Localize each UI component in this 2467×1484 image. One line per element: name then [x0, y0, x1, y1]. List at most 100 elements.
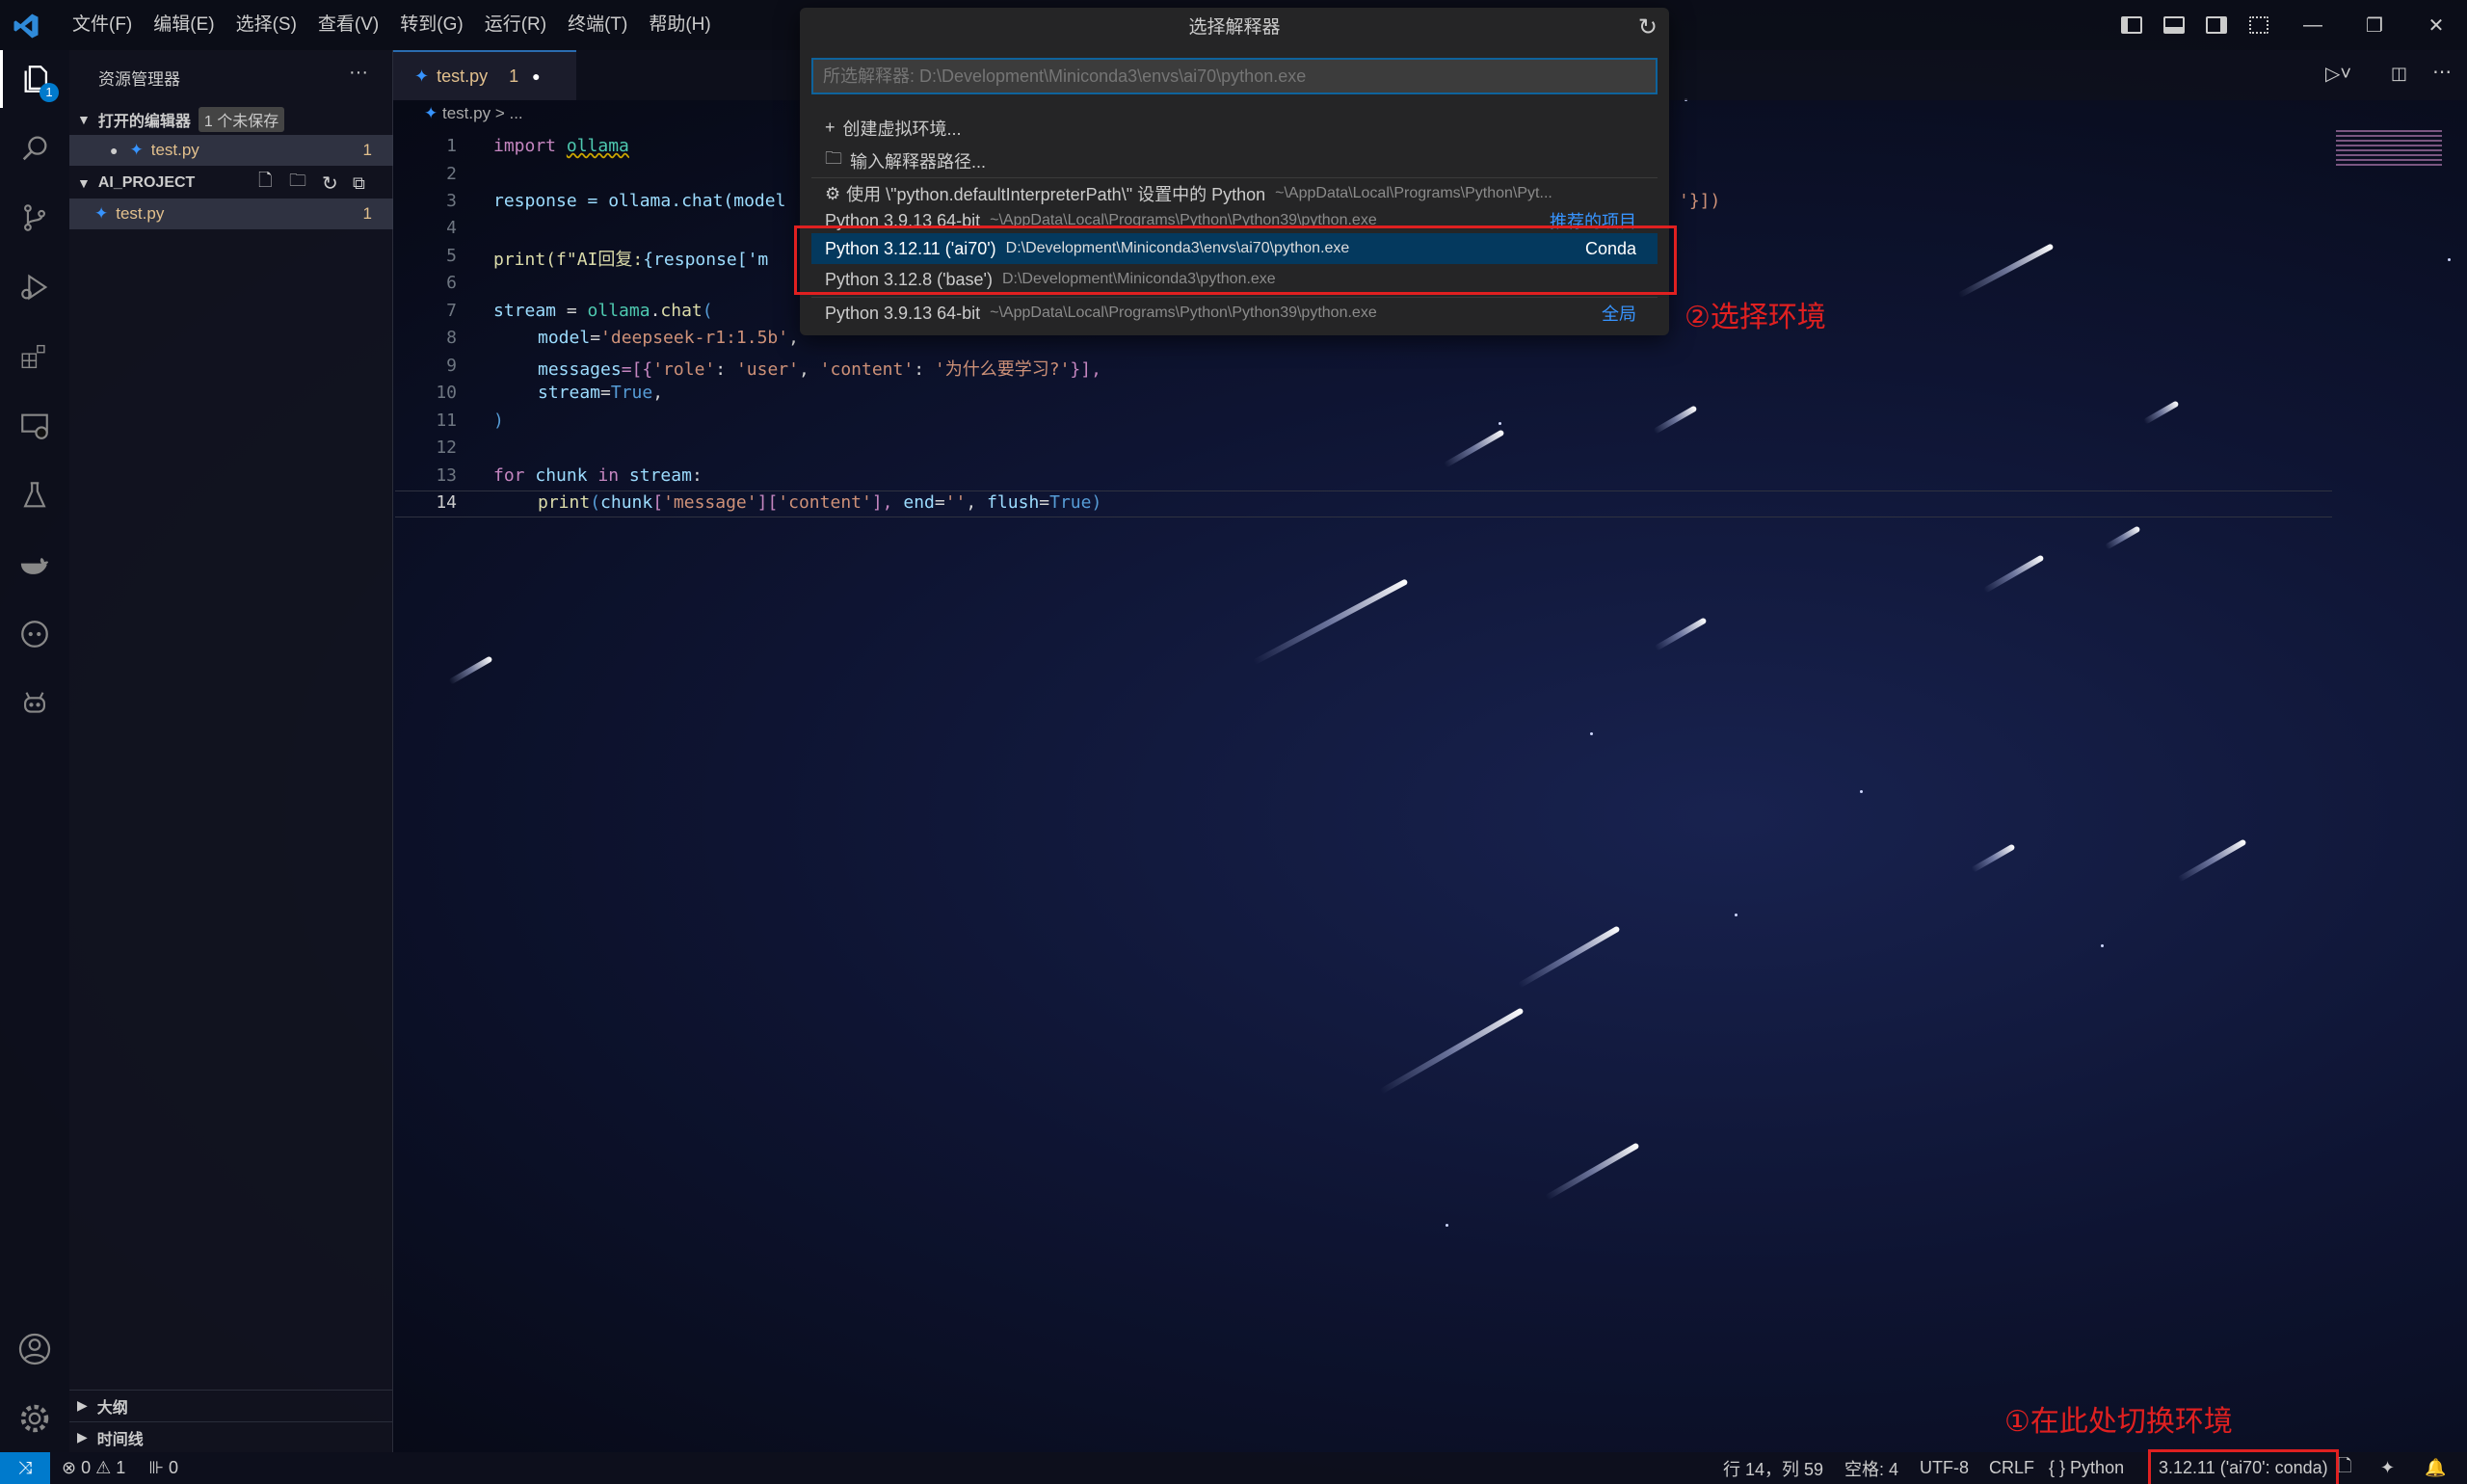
code-line-8: model='deepseek-r1:1.5b', [538, 328, 799, 348]
customize-layout-icon[interactable] [2238, 0, 2280, 50]
encoding[interactable]: UTF-8 [1920, 1458, 1969, 1478]
copilot-icon[interactable]: ✦ [2380, 1458, 2395, 1478]
create-env-item[interactable]: + 创建虚拟环境... [811, 112, 1658, 144]
toggle-panel-icon[interactable] [2153, 0, 2195, 50]
gear-icon: ⚙ [825, 183, 841, 203]
code-line-1: import ollama [493, 136, 629, 156]
minimize-icon[interactable]: — [2282, 14, 2344, 37]
code-line-3: response = ollama.chat(model [493, 191, 786, 211]
code-line-5: print(f"AI回复:{response['m [493, 250, 769, 270]
indentation[interactable]: 空格: 4 [1844, 1456, 1898, 1481]
antenna-icon: ⊪ [148, 1458, 164, 1477]
tab-label: test.py [437, 66, 489, 86]
refresh-icon[interactable]: ↻ [322, 172, 338, 196]
new-file-icon[interactable]: 🗋 [258, 169, 272, 198]
menu-terminal[interactable]: 终端(T) [557, 0, 638, 50]
tab-problem-count: 1 [509, 66, 519, 86]
chevron-down-icon: ▼ [77, 175, 91, 191]
window-controls: — ❐ ✕ [2282, 0, 2467, 50]
explorer-sidebar: 资源管理器 ··· ▼ 打开的编辑器 1 个未保存 ● ✦ test.py 1 … [69, 50, 393, 1452]
open-editor-item[interactable]: ● ✦ test.py 1 [69, 135, 393, 166]
menu-edit[interactable]: 编辑(E) [143, 0, 225, 50]
split-editor-icon[interactable]: ◫ [2391, 64, 2407, 84]
menu-selection[interactable]: 选择(S) [225, 0, 307, 50]
project-folder-section[interactable]: ▼ AI_PROJECT 🗋 🗀 ↻ ⧉ [69, 168, 393, 199]
menu-view[interactable]: 查看(V) [307, 0, 389, 50]
copilot-chat-icon[interactable] [0, 605, 69, 663]
menu-help[interactable]: 帮助(H) [638, 0, 721, 50]
menu-file[interactable]: 文件(F) [62, 0, 143, 50]
file-tree-item[interactable]: ✦ test.py 1 [69, 199, 393, 229]
open-editors-section[interactable]: ▼ 打开的编辑器 1 个未保存 [69, 104, 393, 135]
collapse-all-icon[interactable]: ⧉ [353, 173, 365, 194]
code-line-9: messages=[{'role': 'user', 'content': '为… [538, 359, 1101, 380]
remote-explorer-icon[interactable] [0, 397, 69, 455]
source-control-icon[interactable] [0, 189, 69, 247]
run-debug-icon[interactable] [0, 258, 69, 316]
explorer-icon[interactable]: 1 [0, 50, 69, 108]
folder-icon: 🗀 [825, 147, 842, 168]
python-interpreter-selector[interactable]: 3.12.11 ('ai70': conda) [2148, 1449, 2339, 1484]
global-name: Python 3.9.13 64-bit [825, 303, 981, 323]
outline-section[interactable]: ▶ 大纲 [69, 1390, 393, 1420]
interpreter-search-input[interactable] [811, 58, 1658, 94]
line-number: 13 [436, 465, 457, 486]
minimap[interactable] [2336, 130, 2442, 169]
enter-path-label: 输入解释器路径... [850, 151, 987, 172]
enter-path-item[interactable]: 🗀 输入解释器路径... [811, 145, 1658, 176]
ports-indicator[interactable]: ⊪ 0 [148, 1458, 178, 1478]
default-interpreter-item[interactable]: ⚙ 使用 \"python.defaultInterpreterPath\" 设置… [811, 177, 1658, 209]
chevron-right-icon: ▶ [77, 1429, 88, 1444]
toggle-secondary-sidebar-icon[interactable] [2195, 0, 2238, 50]
line-number: 5 [446, 246, 457, 266]
language-label: Python [2070, 1458, 2125, 1477]
code-line-10: stream=True, [538, 383, 664, 403]
tab-test-py[interactable]: ✦ test.py 1 ● [393, 50, 576, 100]
annotation-box-environments [794, 225, 1677, 295]
create-env-label: 创建虚拟环境... [842, 119, 962, 139]
docker-icon[interactable] [0, 536, 69, 594]
menu-run[interactable]: 运行(R) [474, 0, 557, 50]
new-folder-icon[interactable]: 🗀 [289, 169, 306, 198]
breadcrumb-file[interactable]: test.py [442, 104, 491, 122]
search-icon[interactable] [0, 119, 69, 177]
testing-icon[interactable] [0, 466, 69, 524]
editor-more-icon[interactable]: ⋯ [2432, 60, 2452, 84]
global-desc: ~\AppData\Local\Programs\Python\Python39… [990, 305, 1377, 321]
unsaved-dot-icon[interactable]: ● [532, 68, 540, 84]
open-editor-filename: test.py [150, 141, 199, 159]
outline-label: 大纲 [96, 1399, 128, 1417]
code-line-3-tail: '}]) [1679, 191, 1721, 211]
problems-indicator[interactable]: ⊗ 0 ⚠ 1 [62, 1458, 125, 1478]
language-mode[interactable]: { } Python [2049, 1458, 2124, 1478]
breadcrumb-symbol[interactable]: ... [509, 104, 522, 122]
open-editors-label: 打开的编辑器 [97, 114, 191, 130]
toggle-primary-sidebar-icon[interactable] [2110, 0, 2153, 50]
more-actions-icon[interactable]: ··· [349, 62, 368, 84]
account-icon[interactable] [0, 1320, 69, 1378]
copy-icon[interactable]: 🗋 [2338, 1454, 2351, 1483]
timeline-section[interactable]: ▶ 时间线 [69, 1421, 393, 1452]
cursor-position[interactable]: 行 14，列 59 [1723, 1456, 1823, 1481]
problem-count: 1 [362, 141, 372, 159]
refresh-icon[interactable]: ↻ [1638, 13, 1658, 41]
run-python-icon[interactable]: ▷˅ [2325, 62, 2351, 86]
robot-extension-icon[interactable] [0, 675, 69, 732]
line-ending[interactable]: CRLF [1989, 1458, 2034, 1478]
restore-icon[interactable]: ❐ [2344, 13, 2405, 38]
manage-gear-icon[interactable] [0, 1390, 69, 1447]
extensions-icon[interactable] [0, 328, 69, 385]
plus-icon: + [825, 118, 836, 137]
braces-icon: { } [2049, 1458, 2066, 1477]
project-name: AI_PROJECT [97, 174, 196, 191]
notifications-bell-icon[interactable]: 🔔 [2425, 1458, 2446, 1478]
line-number: 11 [436, 411, 457, 431]
annotation-switch-here: ①在此处切换环境 [2004, 1406, 2233, 1438]
breadcrumb: ✦ test.py > ... [424, 104, 523, 123]
global-interpreter-item[interactable]: Python 3.9.13 64-bit ~\AppData\Local\Prog… [811, 297, 1658, 329]
default-interpreter-desc: ~\AppData\Local\Programs\Python\Pyt... [1275, 185, 1552, 201]
remote-indicator-icon[interactable]: ⤨ [0, 1452, 50, 1484]
menu-go[interactable]: 转到(G) [389, 0, 473, 50]
line-number: 4 [446, 218, 457, 238]
close-icon[interactable]: ✕ [2405, 13, 2467, 38]
